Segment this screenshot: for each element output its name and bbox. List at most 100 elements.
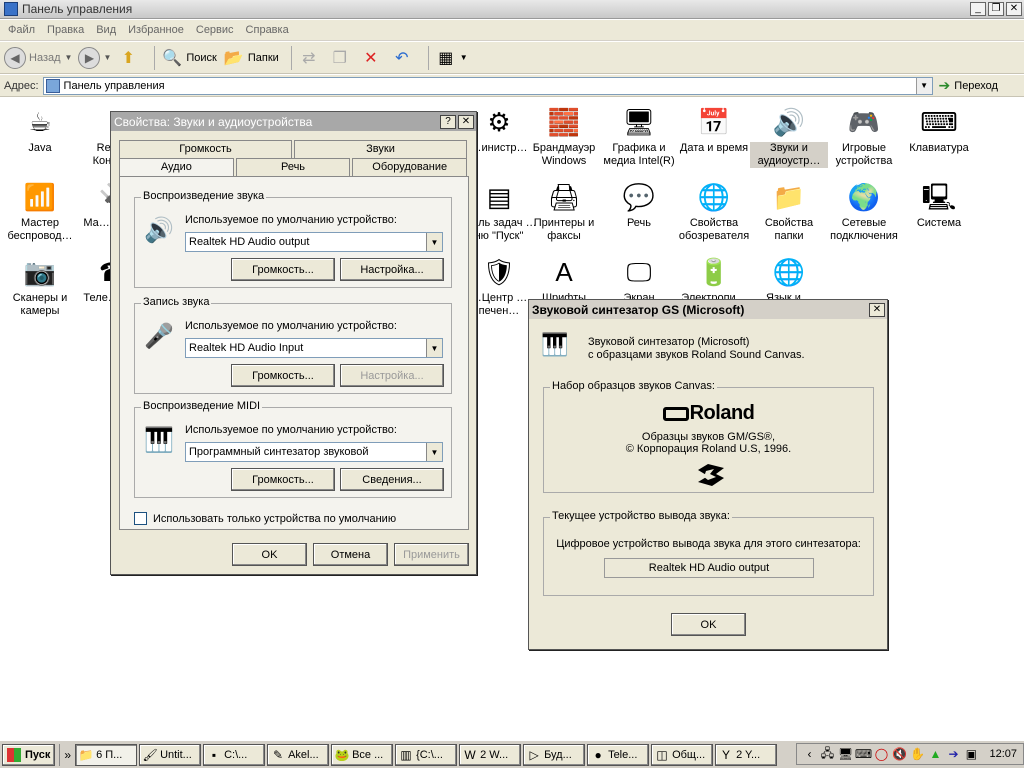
ok-button[interactable]: OK [671, 613, 746, 636]
taskbar-task[interactable]: W 2 W... [459, 743, 522, 766]
arrow-tray-icon[interactable]: ➔ [945, 746, 961, 762]
cp-item-display[interactable]: 🖵 Экран [600, 256, 678, 305]
keyboard-tray-icon[interactable]: ⌨ [855, 746, 872, 762]
cp-item-power[interactable]: 🔋 Электропи… [675, 256, 753, 305]
cp-item-wireless-wizard[interactable]: 📶 Мастер беспровод… [1, 181, 79, 243]
minimize-button[interactable]: _ [970, 2, 986, 16]
move-to-button[interactable]: ⇄ [298, 47, 323, 69]
playback-volume-button[interactable]: Громкость... [231, 258, 335, 281]
output-group-label: Текущее устройство вывода звука: [550, 510, 732, 522]
record-volume-button[interactable]: Громкость... [231, 364, 335, 387]
chevron-down-icon[interactable]: ▼ [426, 339, 442, 357]
close-button[interactable]: ✕ [458, 114, 474, 129]
display-tray-icon[interactable]: ▣ [963, 746, 979, 762]
folders-button[interactable]: 📂 Папки [223, 47, 279, 69]
forward-button[interactable]: ▶ ▼ [78, 46, 111, 69]
taskbar-task[interactable]: ● Tele... [587, 743, 650, 766]
tab-hardware[interactable]: Оборудование [352, 158, 468, 176]
close-button[interactable]: ✕ [1006, 2, 1022, 16]
clock[interactable]: 12:07 [989, 748, 1017, 760]
record-device-select[interactable]: Realtek HD Audio Input ▼ [185, 338, 443, 358]
go-button[interactable]: ➔ Переход [939, 77, 998, 94]
network-icon: 🌍 [847, 181, 881, 212]
menu-favorites[interactable]: Избранное [122, 24, 190, 36]
cp-item-folder-options[interactable]: 📁 Свойства папки [750, 181, 828, 243]
taskbar-task[interactable]: ▪ C:\... [203, 743, 266, 766]
tab-sounds[interactable]: Звуки [294, 140, 467, 158]
midi-volume-button[interactable]: Громкость... [231, 468, 335, 491]
midi-about-button[interactable]: Сведения... [340, 468, 444, 491]
taskbar-task[interactable]: ▷ Буд... [523, 743, 586, 766]
search-button[interactable]: 🔍 Поиск [161, 47, 216, 69]
apply-button[interactable]: Применить [394, 543, 469, 566]
menu-view[interactable]: Вид [90, 24, 122, 36]
cp-item-speech[interactable]: 💬 Речь [600, 181, 678, 230]
tray-expand-icon[interactable]: ‹ [801, 746, 817, 762]
taskbar-task[interactable]: 🐸 Все ... [331, 743, 394, 766]
start-button[interactable]: Пуск [2, 743, 56, 766]
task-label: {C:\... [416, 748, 443, 761]
monitor-tray-icon[interactable]: 🖥 [837, 746, 853, 762]
playback-settings-button[interactable]: Настройка... [340, 258, 444, 281]
cp-item-printers[interactable]: 🖨 Принтеры и факсы [525, 181, 603, 243]
tab-volume[interactable]: Громкость [119, 140, 292, 158]
taskbar-task[interactable]: ◫ Общ... [651, 743, 714, 766]
taskbar-task[interactable]: ▥ {C:\... [395, 743, 458, 766]
cp-item-sounds[interactable]: 🔊 Звуки и аудиоустр… [750, 106, 828, 168]
cp-item-intel-graphics[interactable]: 🖥 Графика и медиа Intel(R) [600, 106, 678, 168]
network-tray-icon[interactable]: 🖧 [819, 746, 835, 762]
cp-item-date-time[interactable]: 📅 Дата и время [675, 106, 753, 155]
cp-item-game-controllers[interactable]: 🎮 Игровые устройства [825, 106, 903, 168]
chevron-down-icon[interactable]: ▼ [103, 53, 111, 62]
cancel-button[interactable]: Отмена [313, 543, 388, 566]
undo-button[interactable]: ↶ [391, 47, 416, 69]
record-settings-button[interactable]: Настройка... [340, 364, 444, 387]
only-default-devices-checkbox[interactable]: Использовать только устройства по умолча… [134, 512, 396, 525]
cp-item-java[interactable]: ☕ Java [1, 106, 79, 155]
playback-device-select[interactable]: Realtek HD Audio output ▼ [185, 232, 443, 252]
menu-edit[interactable]: Правка [41, 24, 90, 36]
tab-speech[interactable]: Речь [235, 158, 351, 176]
cp-item-regional[interactable]: 🌐 Язык и… [750, 256, 828, 305]
cp-item-network-connections[interactable]: 🌍 Сетевые подключения [825, 181, 903, 243]
task-label: 2 Y... [736, 748, 761, 761]
chevron-right-icon[interactable]: » [64, 748, 71, 762]
chevron-down-icon[interactable]: ▼ [65, 53, 73, 62]
taskbar-task[interactable]: 🖌 Untit... [139, 743, 202, 766]
toolbar-separator [290, 45, 292, 70]
cp-item-scanners[interactable]: 📷 Сканеры и камеры [1, 256, 79, 318]
cp-item-label: Система [916, 217, 962, 229]
up-folder-button[interactable]: ⬆ [117, 47, 142, 69]
delete-button[interactable]: ✕ [360, 47, 385, 69]
taskbar-task[interactable]: 📁 6 П... [75, 743, 138, 766]
chevron-down-icon[interactable]: ▼ [426, 233, 442, 251]
cp-item-keyboard[interactable]: ⌨ Клавиатура [900, 106, 978, 155]
help-button[interactable]: ? [440, 114, 456, 129]
menu-help[interactable]: Справка [240, 24, 295, 36]
address-dropdown-button[interactable]: ▼ [915, 77, 932, 94]
volume-tray-icon[interactable]: 🔇 [891, 746, 907, 762]
chevron-down-icon[interactable]: ▼ [426, 443, 442, 461]
midi-device-select[interactable]: Программный синтезатор звуковой ▼ [185, 442, 443, 462]
ok-button[interactable]: OK [232, 543, 307, 566]
address-input[interactable]: Панель управления ▼ [42, 76, 933, 95]
taskbar-task[interactable]: Y 2 Y... [715, 743, 778, 766]
cp-item-firewall[interactable]: 🧱 Брандмауэр Windows [525, 106, 603, 168]
checkbox-box[interactable] [134, 512, 147, 525]
explorer-titlebar: Панель управления _ ❐ ✕ [0, 0, 1024, 19]
menu-tools[interactable]: Сервис [190, 24, 240, 36]
hand-tray-icon[interactable]: ✋ [909, 746, 925, 762]
cp-item-fonts[interactable]: A Шрифты [525, 256, 603, 305]
tree-tray-icon[interactable]: ▲ [927, 746, 943, 762]
cp-item-internet-options[interactable]: 🌐 Свойства обозревателя [675, 181, 753, 243]
tab-audio[interactable]: Аудио [119, 158, 234, 176]
cp-item-system[interactable]: 🖳 Система [900, 181, 978, 230]
restore-button[interactable]: ❐ [988, 2, 1004, 16]
opera-tray-icon[interactable]: ◯ [873, 746, 889, 762]
taskbar-task[interactable]: ✎ Akel... [267, 743, 330, 766]
views-button[interactable]: ▦ ▼ [435, 47, 467, 69]
back-button[interactable]: ◀ Назад ▼ [4, 46, 73, 69]
copy-to-button[interactable]: ❐ [329, 47, 354, 69]
menu-file[interactable]: Файл [2, 24, 41, 36]
close-button[interactable]: ✕ [869, 302, 885, 317]
